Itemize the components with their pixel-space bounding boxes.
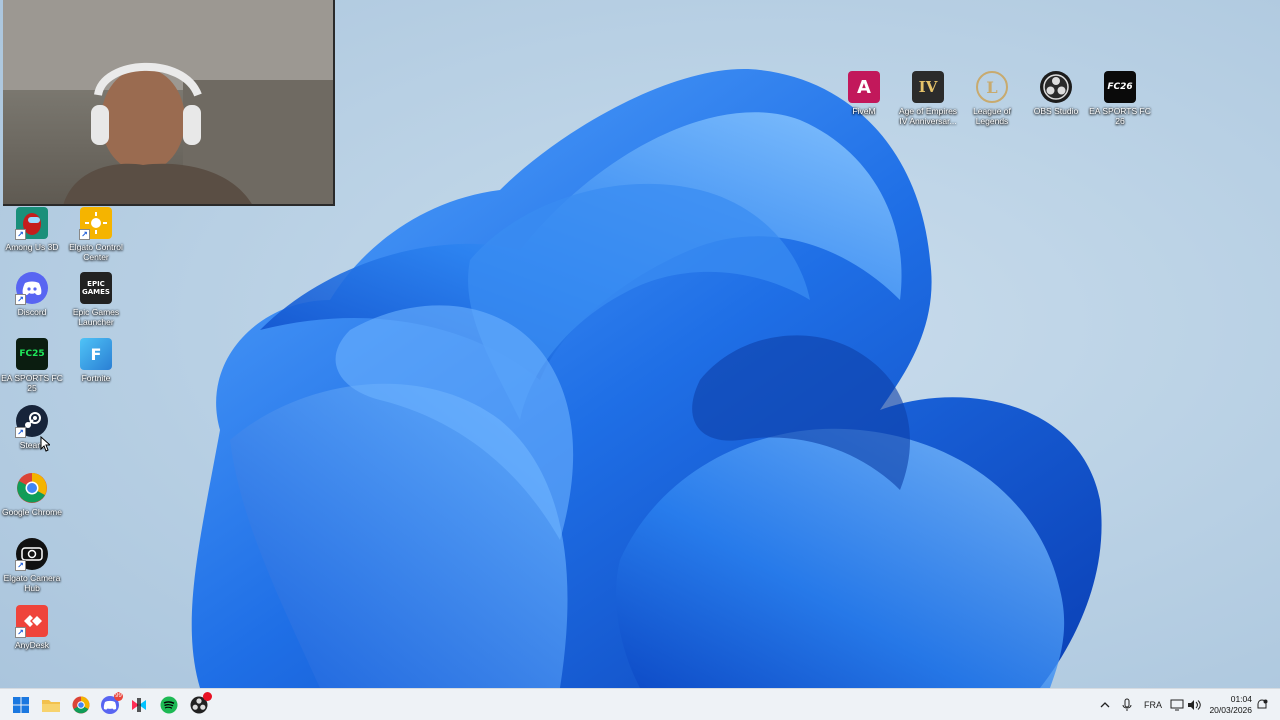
shortcut-arrow-icon: ↗ [15, 294, 26, 305]
volume-icon[interactable] [1186, 689, 1202, 720]
obs-icon-image [1040, 71, 1072, 103]
shortcut-arrow-icon: ↗ [15, 427, 26, 438]
discord-icon[interactable]: 99 [99, 692, 123, 716]
ea-fc26-icon[interactable]: FC26 EA SPORTS FC 26 [1088, 71, 1152, 126]
league-icon-image: L [976, 71, 1008, 103]
fivem-icon[interactable]: A FiveM [832, 71, 896, 116]
elgato-camera-hub-icon[interactable]: ↗ Elgato Camera Hub [0, 538, 64, 593]
notification-badge: 99 [114, 692, 123, 701]
capcut-icon[interactable] [128, 694, 150, 716]
clock-time: 01:04 [1230, 694, 1252, 704]
discord-icon-image: ↗ [15, 272, 48, 305]
ea-fc26-icon-image: FC26 [1104, 71, 1136, 103]
obs-icon[interactable]: OBS Studio [1024, 71, 1088, 116]
webcam-person-image [3, 0, 333, 204]
elgato-control-center-icon-image: ↗ [79, 207, 112, 240]
ea-fc25-icon-image: FC25 [16, 338, 48, 370]
icon-label: EA SPORTS FC 25 [1, 373, 63, 393]
chevron-up-icon[interactable] [1096, 689, 1114, 720]
chrome-icon-image [16, 472, 48, 504]
aoe4-icon-image: IV [912, 71, 944, 103]
clock-date: 20/03/2026 [1209, 705, 1252, 715]
clock[interactable]: 01:04 20/03/2026 [1209, 694, 1252, 716]
recording-indicator [203, 692, 212, 701]
start-icon[interactable] [10, 694, 32, 716]
shortcut-arrow-icon: ↗ [79, 229, 90, 240]
notification-icon[interactable] [1254, 689, 1270, 720]
icon-label: League of Legends [973, 106, 1011, 126]
file-explorer-icon[interactable] [40, 694, 62, 716]
among-us-icon-image: ↗ [15, 207, 48, 240]
fivem-icon-image: A [848, 71, 880, 103]
steam-icon[interactable]: ↗ Steam [0, 405, 64, 450]
discord-icon[interactable]: ↗ Discord [0, 272, 64, 317]
webcam-overlay [3, 0, 335, 206]
desktop: ↗ Among Us 3D ↗ Elgato Control Center ↗ … [0, 0, 1280, 688]
icon-label: Age of Empires IV Anniversar... [898, 106, 958, 126]
ea-fc25-icon[interactable]: FC25 EA SPORTS FC 25 [0, 338, 64, 393]
fortnite-icon[interactable]: F Fortnite [64, 338, 128, 383]
elgato-camera-hub-icon-image: ↗ [15, 538, 48, 571]
chrome-icon[interactable] [70, 694, 92, 716]
icon-label: EA SPORTS FC 26 [1089, 106, 1151, 126]
steam-icon-image: ↗ [15, 405, 48, 438]
shortcut-arrow-icon: ↗ [15, 229, 26, 240]
among-us-icon[interactable]: ↗ Among Us 3D [0, 207, 64, 252]
icon-label: Elgato Control Center [69, 242, 123, 262]
icon-label: Among Us 3D [5, 242, 59, 252]
spotify-icon[interactable] [158, 694, 180, 716]
mouse-cursor-icon [40, 436, 50, 452]
elgato-control-center-icon[interactable]: ↗ Elgato Control Center [64, 207, 128, 262]
epic-games-icon-image: EPIC GAMES [80, 272, 112, 304]
icon-label: Elgato Camera Hub [3, 573, 61, 593]
icon-label: Fortnite [81, 373, 111, 383]
language-indicator[interactable]: FRA [1140, 689, 1166, 720]
aoe4-icon[interactable]: IV Age of Empires IV Anniversar... [896, 71, 960, 126]
network-icon[interactable] [1168, 689, 1186, 720]
icon-label: Google Chrome [1, 507, 62, 517]
icon-label: Discord [17, 307, 47, 317]
taskbar: 99 FRA 01:04 20/03/2026 [0, 688, 1280, 720]
icon-label: FiveM [852, 106, 876, 116]
anydesk-icon[interactable]: ↗ AnyDesk [0, 605, 64, 650]
epic-games-icon[interactable]: EPIC GAMES Epic Games Launcher [64, 272, 128, 327]
icon-label: Epic Games Launcher [72, 307, 120, 327]
obs-icon[interactable] [188, 692, 212, 716]
microphone-icon[interactable] [1118, 689, 1136, 720]
chrome-icon[interactable]: Google Chrome [0, 472, 64, 517]
icon-label: AnyDesk [14, 640, 49, 650]
league-icon[interactable]: L League of Legends [960, 71, 1024, 126]
icon-label: OBS Studio [1033, 106, 1079, 116]
fortnite-icon-image: F [80, 338, 112, 370]
shortcut-arrow-icon: ↗ [15, 560, 26, 571]
shortcut-arrow-icon: ↗ [15, 627, 26, 638]
anydesk-icon-image: ↗ [15, 605, 48, 638]
